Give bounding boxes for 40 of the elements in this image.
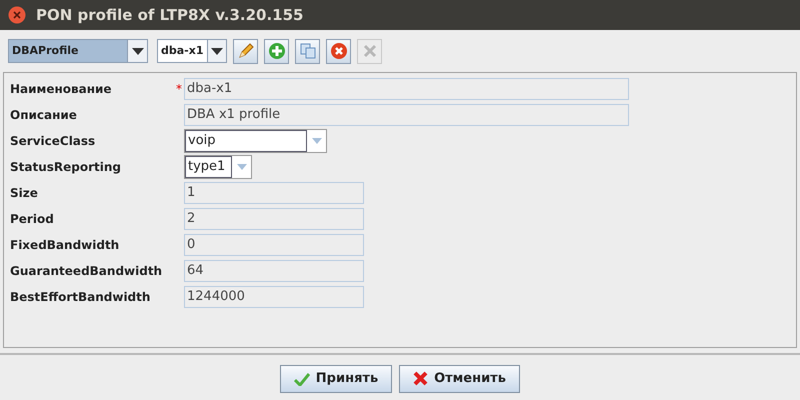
close-icon <box>413 371 428 386</box>
field-label: GuaranteedBandwidth <box>10 263 164 280</box>
dropdown-arrow-icon <box>312 138 322 144</box>
dropdown-arrow-icon <box>236 164 246 170</box>
delete-button[interactable] <box>326 38 351 64</box>
field-label: Описание <box>10 107 78 124</box>
close-icon <box>362 43 378 59</box>
input-field[interactable]: dba-x1 <box>184 78 629 100</box>
input-field[interactable]: 1244000 <box>184 286 364 308</box>
close-icon[interactable] <box>8 6 26 24</box>
checkmark-icon <box>294 372 310 386</box>
profile-dropdown[interactable]: DBAProfile <box>8 39 148 63</box>
copy-button[interactable] <box>295 38 320 64</box>
required-marker: * <box>176 81 182 98</box>
cancel-button[interactable]: Отменить <box>399 364 520 392</box>
edit-button[interactable] <box>233 38 258 64</box>
field-label: Наименование <box>10 81 113 98</box>
add-button[interactable] <box>264 38 289 64</box>
dropdown-arrow-icon <box>132 48 144 54</box>
copy-icon <box>298 42 316 60</box>
window-title: PON profile of LTP8X v.3.20.155 <box>36 4 304 26</box>
field-label: FixedBandwidth <box>10 237 120 254</box>
delete-icon <box>330 42 348 60</box>
dropdown-arrow-icon <box>210 48 223 54</box>
dropdown-field[interactable]: type1 <box>184 155 252 179</box>
field-label: BestEffortBandwidth <box>10 289 152 306</box>
plus-icon <box>268 42 286 60</box>
input-field[interactable]: 64 <box>184 260 364 282</box>
input-field[interactable]: 1 <box>184 182 364 204</box>
field-label: StatusReporting <box>10 159 122 176</box>
field-label: ServiceClass <box>10 133 96 150</box>
field-label: Period <box>10 211 55 228</box>
dropdown-field[interactable]: voip <box>184 129 327 153</box>
field-label: Size <box>10 185 39 202</box>
input-field[interactable]: 0 <box>184 234 364 256</box>
pencil-icon <box>236 42 254 60</box>
accept-button[interactable]: Принять <box>280 364 392 392</box>
input-field[interactable]: 2 <box>184 208 364 230</box>
input-field[interactable]: DBA x1 profile <box>184 104 629 126</box>
profile-dropdown[interactable]: dba-x1 <box>157 39 227 63</box>
